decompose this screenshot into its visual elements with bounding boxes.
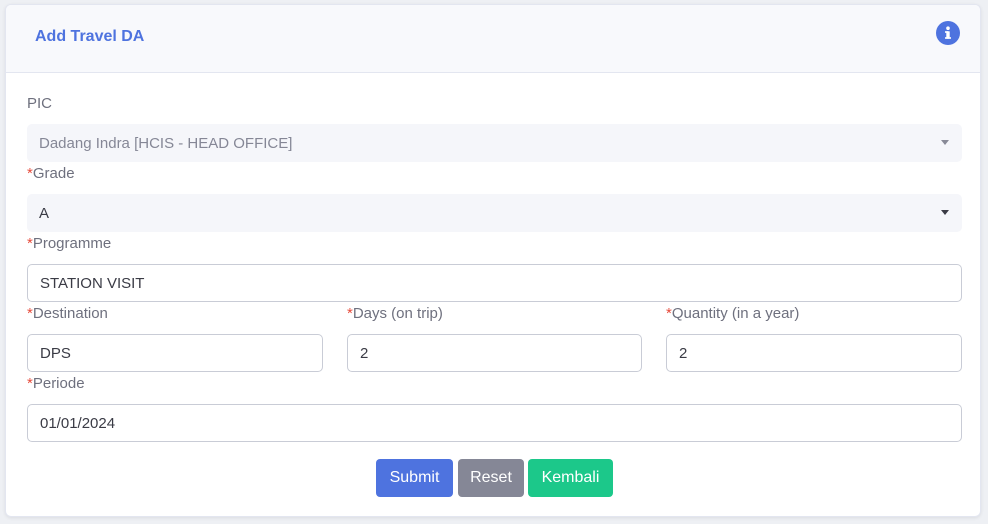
grade-label: *Grade — [27, 165, 75, 182]
travel-da-card: Add Travel DA PIC Dadang Indra [HCIS - H… — [5, 4, 981, 517]
submit-button[interactable]: Submit — [376, 459, 453, 497]
back-button[interactable]: Kembali — [528, 459, 613, 497]
destination-label: *Destination — [27, 305, 108, 322]
pic-value: Dadang Indra [HCIS - HEAD OFFICE] — [39, 134, 293, 152]
periode-value: 01/01/2024 — [40, 414, 116, 432]
periode-label-text: Periode — [32, 375, 85, 392]
pic-select[interactable]: Dadang Indra [HCIS - HEAD OFFICE] — [27, 124, 962, 162]
quantity-label-text: Quantity (in a year) — [671, 305, 800, 322]
page-title: Add Travel DA — [35, 28, 145, 45]
grade-select[interactable]: A — [27, 194, 962, 232]
programme-label-text: Programme — [32, 235, 112, 252]
programme-label: *Programme — [27, 235, 111, 252]
days-input[interactable]: 2 — [347, 334, 642, 372]
reset-button[interactable]: Reset — [458, 459, 524, 497]
destination-input[interactable]: DPS — [27, 334, 323, 372]
periode-label: *Periode — [27, 375, 85, 392]
pic-label-text: PIC — [27, 95, 53, 112]
days-label: *Days (on trip) — [347, 305, 443, 322]
card-header: Add Travel DA — [6, 5, 980, 73]
days-value: 2 — [360, 344, 369, 362]
periode-input[interactable]: 01/01/2024 — [27, 404, 962, 442]
chevron-down-icon — [941, 210, 949, 215]
pic-label: PIC — [27, 95, 52, 112]
destination-value: DPS — [40, 344, 71, 362]
days-label-text: Days (on trip) — [352, 305, 443, 322]
info-icon[interactable] — [936, 21, 960, 45]
grade-label-text: Grade — [32, 165, 75, 182]
quantity-value: 2 — [679, 344, 688, 362]
quantity-input[interactable]: 2 — [666, 334, 962, 372]
destination-label-text: Destination — [32, 305, 108, 322]
programme-input[interactable]: STATION VISIT — [27, 264, 962, 302]
quantity-label: *Quantity (in a year) — [666, 305, 799, 322]
grade-value: A — [39, 204, 50, 222]
chevron-down-icon — [941, 140, 949, 145]
programme-value: STATION VISIT — [40, 274, 145, 292]
